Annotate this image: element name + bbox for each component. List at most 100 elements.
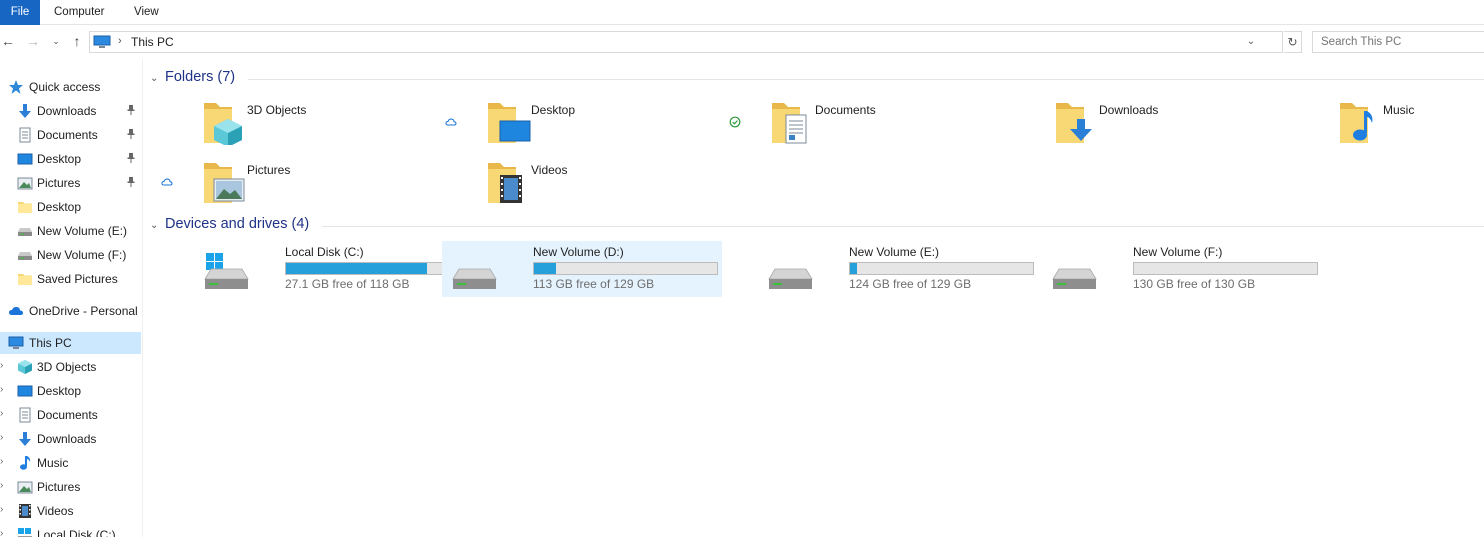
- drive-free-space: 124 GB free of 129 GB: [849, 277, 972, 291]
- computer-icon: [93, 35, 111, 48]
- folder-tile[interactable]: Desktop: [486, 97, 726, 149]
- folder-tile[interactable]: Downloads: [1054, 97, 1294, 149]
- sidebar-item-pc-7[interactable]: › Local Disk (C:): [0, 524, 141, 537]
- film-icon: [17, 503, 33, 519]
- breadcrumb-this-pc[interactable]: This PC: [131, 35, 174, 49]
- drive-tile[interactable]: New Volume (E:) 124 GB free of 129 GB: [758, 241, 1038, 297]
- forward-arrow-icon[interactable]: →: [25, 33, 41, 49]
- drive-tile[interactable]: New Volume (F:) 130 GB free of 130 GB: [1042, 241, 1322, 297]
- folder-icon: [17, 271, 33, 287]
- sidebar-label: Downloads: [37, 432, 97, 446]
- pin-icon[interactable]: [126, 128, 136, 140]
- folder-name: Desktop: [531, 103, 576, 117]
- expand-chevron-icon[interactable]: ›: [0, 384, 3, 395]
- tab-computer[interactable]: Computer: [54, 0, 105, 25]
- sidebar-label: Quick access: [29, 80, 101, 94]
- sidebar-label: New Volume (E:): [37, 224, 128, 238]
- back-arrow-icon[interactable]: ←: [0, 33, 16, 49]
- folder-name: Downloads: [1099, 103, 1159, 117]
- drive-usage-fill: [534, 263, 556, 274]
- folder-tile[interactable]: Videos: [486, 157, 726, 209]
- recent-locations-chevron-icon[interactable]: ⌄: [48, 33, 64, 49]
- tab-view[interactable]: View: [134, 0, 159, 25]
- refresh-icon[interactable]: ↻: [1284, 31, 1302, 53]
- folder-tile[interactable]: Music: [1338, 97, 1484, 149]
- sidebar-item-this-pc[interactable]: This PC: [0, 332, 141, 354]
- navigation-pane: Quick access Downloads Documents Desktop Pi…: [0, 59, 143, 537]
- drive-tile[interactable]: Local Disk (C:) 27.1 GB free of 118 GB: [194, 241, 474, 297]
- collapse-chevron-icon[interactable]: ⌄: [150, 73, 158, 84]
- pin-icon[interactable]: [126, 152, 136, 164]
- drives-group-header[interactable]: ⌄ Devices and drives (4): [150, 215, 1484, 237]
- expand-chevron-icon[interactable]: ›: [0, 432, 3, 443]
- drive-icon: [17, 247, 33, 263]
- address-bar[interactable]: › This PC ⌄: [89, 31, 1283, 53]
- folder-pictures-icon: [202, 157, 250, 205]
- cloud-sync-icon: [161, 176, 173, 188]
- drive-name: New Volume (D:): [533, 245, 624, 259]
- up-arrow-icon[interactable]: ↑: [69, 33, 85, 49]
- search-input[interactable]: [1312, 31, 1484, 53]
- folder-name: Music: [1383, 103, 1415, 117]
- folders-group-header[interactable]: ⌄ Folders (7): [150, 68, 1484, 90]
- pictures-icon: [17, 175, 33, 191]
- sidebar-item-quick-1[interactable]: Documents: [0, 124, 141, 146]
- sidebar-item-quick-7[interactable]: Saved Pictures: [0, 268, 141, 290]
- pin-icon[interactable]: [126, 176, 136, 188]
- sidebar-item-pc-0[interactable]: › 3D Objects: [0, 356, 141, 378]
- sidebar-item-quick-3[interactable]: Pictures: [0, 172, 141, 194]
- pictures-icon: [17, 479, 33, 495]
- windows-drive-icon: [17, 527, 33, 537]
- sidebar-item-pc-3[interactable]: › Downloads: [0, 428, 141, 450]
- pin-icon[interactable]: [126, 104, 136, 116]
- drive-usage-bar: [1133, 262, 1318, 275]
- sidebar-item-quick-access[interactable]: Quick access: [0, 76, 141, 98]
- sidebar-item-pc-4[interactable]: › Music: [0, 452, 141, 474]
- sidebar-item-quick-0[interactable]: Downloads: [0, 100, 141, 122]
- expand-chevron-icon[interactable]: ›: [0, 504, 3, 515]
- folder-3d-icon: [202, 97, 250, 147]
- synced-check-icon: [729, 116, 741, 128]
- folder-name: Documents: [815, 103, 876, 117]
- sidebar-item-quick-2[interactable]: Desktop: [0, 148, 141, 170]
- expand-chevron-icon[interactable]: ›: [0, 360, 3, 371]
- download-arrow-icon: [17, 431, 33, 447]
- folder-film-icon: [486, 157, 534, 205]
- sidebar-item-pc-5[interactable]: › Pictures: [0, 476, 141, 498]
- expand-chevron-icon[interactable]: ›: [0, 528, 3, 537]
- 3d-objects-icon: [17, 359, 33, 375]
- folder-tile[interactable]: 3D Objects: [202, 97, 442, 149]
- star-icon: [9, 80, 23, 94]
- folder-tile[interactable]: Documents: [770, 97, 1010, 149]
- drive-usage-bar: [849, 262, 1034, 275]
- address-dropdown-icon[interactable]: ⌄: [1244, 34, 1258, 50]
- drive-icon: [450, 253, 498, 293]
- document-icon: [17, 127, 33, 143]
- folder-music-icon: [1338, 97, 1386, 145]
- sidebar-label: Music: [37, 456, 69, 470]
- sidebar-item-pc-6[interactable]: › Videos: [0, 500, 141, 522]
- drive-free-space: 130 GB free of 130 GB: [1133, 277, 1256, 291]
- sidebar-label: Documents: [37, 408, 98, 422]
- download-arrow-icon: [17, 103, 33, 119]
- content-pane: ⌄ Folders (7) 3D Objects Desktop Documents…: [144, 59, 1484, 537]
- cloud-icon: [9, 306, 23, 315]
- ribbon: File Computer View: [0, 0, 1484, 25]
- expand-chevron-icon[interactable]: ›: [0, 456, 3, 467]
- sidebar-item-quick-5[interactable]: New Volume (E:): [0, 220, 141, 242]
- desktop-icon: [17, 151, 33, 167]
- folder-icon: [17, 199, 33, 215]
- collapse-chevron-icon[interactable]: ⌄: [150, 220, 158, 231]
- tab-file[interactable]: File: [0, 0, 40, 25]
- sidebar-item-pc-1[interactable]: › Desktop: [0, 380, 141, 402]
- sidebar-item-quick-4[interactable]: Desktop: [0, 196, 141, 218]
- folder-tile[interactable]: Pictures: [202, 157, 442, 209]
- sidebar-label: This PC: [29, 336, 72, 350]
- sidebar-item-pc-2[interactable]: › Documents: [0, 404, 141, 426]
- drive-tile[interactable]: New Volume (D:) 113 GB free of 129 GB: [442, 241, 722, 297]
- expand-chevron-icon[interactable]: ›: [0, 408, 3, 419]
- sidebar-item-onedrive[interactable]: OneDrive - Personal: [0, 300, 141, 322]
- expand-chevron-icon[interactable]: ›: [0, 480, 3, 491]
- sidebar-label: Documents: [37, 128, 98, 142]
- sidebar-item-quick-6[interactable]: New Volume (F:): [0, 244, 141, 266]
